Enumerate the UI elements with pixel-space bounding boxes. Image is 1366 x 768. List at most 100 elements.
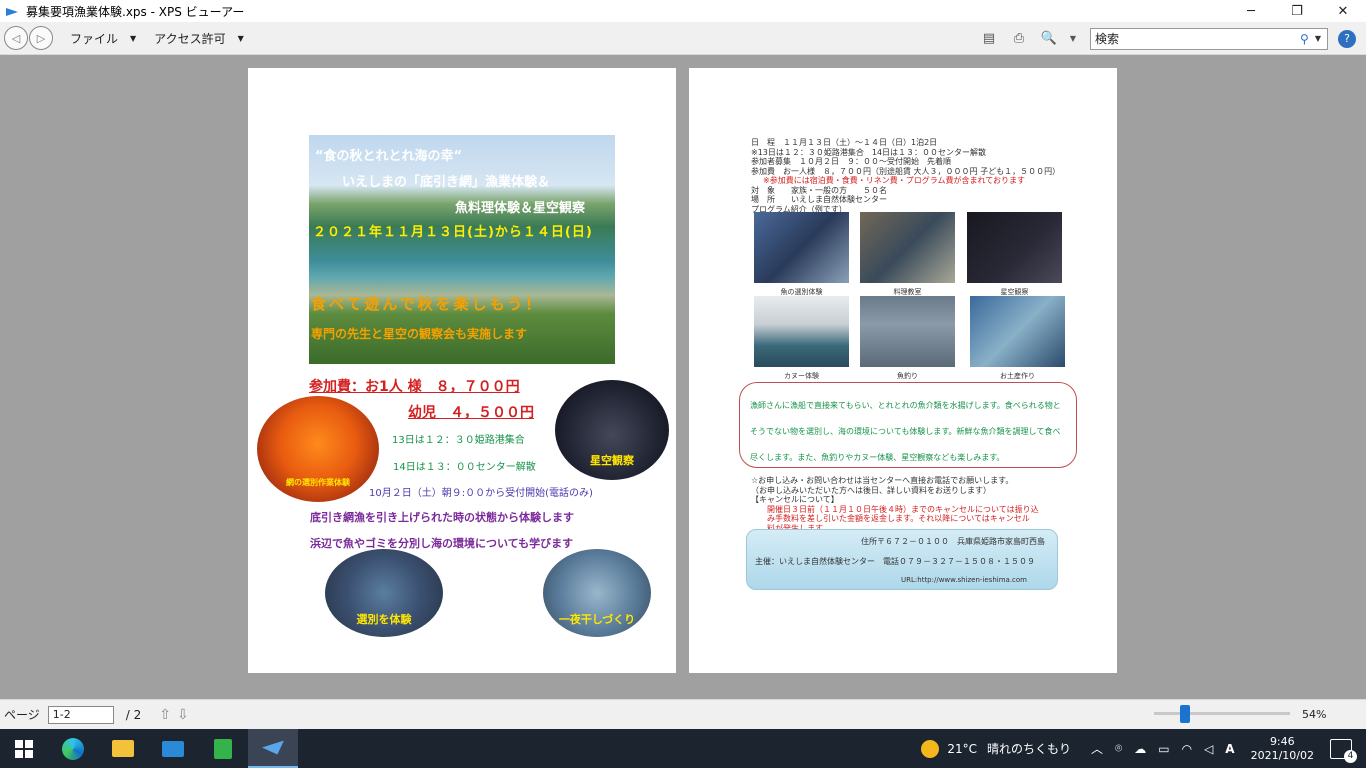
headline-2: いえしまの「底引き網」漁業体験＆ — [342, 175, 551, 190]
edge-icon — [62, 737, 84, 760]
cancel-line: 開催日３日前（１１月１０日午後４時）までのキャンセルについては振り込 — [767, 504, 1039, 514]
xps-viewer-icon — [262, 740, 284, 755]
clock[interactable]: 9:46 2021/10/02 — [1251, 735, 1314, 763]
event-info: 日 程 １１月１３日（土）～１４日（日）1泊2日 ※13日は１２：３０姫路港集合… — [751, 138, 1060, 214]
clock-date: 2021/10/02 — [1250, 748, 1314, 762]
taskbar-mail[interactable] — [148, 729, 198, 768]
window-title: 募集要項漁業体験.xps - XPS ビューアー — [26, 4, 245, 19]
wifi-icon[interactable]: ◠ — [1182, 742, 1192, 756]
hero-image: “食の秋とれとれ海の幸“ いえしまの「底引き網」漁業体験＆ 魚料理体験＆星空観察… — [309, 135, 615, 364]
info-line: 日 程 １１月１３日（土）～１４日（日）1泊2日 — [751, 138, 938, 147]
program-photo: カヌー体験 — [754, 296, 849, 380]
program-photo: 魚釣り — [860, 296, 955, 380]
apply-line: （お申し込みいただいた方へは後日、詳しい資料をお送りします） — [751, 485, 991, 495]
dried-fish-photo: 一夜干しづくり — [543, 549, 651, 637]
website-url: URL:http://www.shizen-ieshima.com — [901, 576, 1027, 584]
program-photo: 魚の選別体験 — [754, 212, 849, 296]
zoom-icon[interactable]: 🔍 — [1038, 28, 1060, 50]
windows-icon — [15, 739, 33, 758]
sorting-photo: 選別を体験 — [325, 549, 443, 637]
apply-line: ☆お申し込み・お問い合わせは当センターへ直接お電話でお願いします。 — [751, 476, 1014, 485]
taskbar-notes[interactable] — [198, 729, 248, 768]
clock-time: 9:46 — [1269, 734, 1295, 748]
close-button[interactable]: ✕ — [1320, 0, 1366, 22]
file-menu[interactable]: ファイル ▼ — [70, 30, 136, 47]
menu-bar: ◁ ▷ ファイル ▼ アクセス許可 ▼ ▤ ⎙ 🔍 ▼ 検索 ⚲ ▼ ? — [0, 22, 1366, 55]
zoom-slider-thumb[interactable] — [1180, 705, 1190, 723]
notification-icon[interactable]: 4 — [1330, 738, 1357, 763]
minimize-button[interactable]: ─ — [1228, 0, 1274, 22]
contact-banner: 住所〒６７２－０１００ 兵庫県姫路市家島町西島 主催：いえしま自然体験センター … — [746, 529, 1058, 590]
zoom-level: 54% — [1302, 708, 1327, 721]
help-icon[interactable]: ? — [1338, 29, 1356, 48]
back-button[interactable]: ◁ — [4, 26, 28, 50]
headline-1: “食の秋とれとれ海の幸“ — [315, 149, 463, 164]
zoom-slider-track[interactable] — [1154, 712, 1290, 715]
info-line: 場 所 いえしま自然体験センター — [751, 195, 887, 204]
access-menu[interactable]: アクセス許可 ▼ — [154, 30, 244, 47]
gather-info: 13日は１２：３０姫路港集合 — [392, 435, 525, 446]
taskbar: 21°C 晴れのちくもり ︿ ⌾ ☁ ▭ ◠ ◁ A 9:46 2021/10/… — [0, 729, 1366, 768]
program-photo: お土産作り — [970, 296, 1065, 380]
program-description-box: 漁師さんに漁船で直接来てもらい、とれとれの魚介類を水揚げします。食べられる物とそ… — [739, 382, 1077, 468]
info-line: 対 象 家族・一般の方 ５０名 — [751, 185, 887, 195]
info-line: 参加費 お一人様 ８，７００円（別途船賃 大人３，０００円 子ども１，５００円） — [751, 166, 1061, 176]
info-line: 参加者募集 １０月２日 ９：００～受付開始 先着順 — [751, 157, 951, 166]
mail-icon — [162, 740, 184, 757]
ime-icon[interactable]: A — [1225, 742, 1234, 756]
chevron-up-icon[interactable]: ︿ — [1091, 740, 1103, 757]
temperature[interactable]: 21°C — [947, 742, 977, 756]
chevron-down-icon: ▼ — [237, 33, 244, 43]
search-input[interactable]: 検索 ⚲ ▼ — [1090, 27, 1328, 50]
chevron-down-icon: ▼ — [130, 33, 137, 43]
page-input[interactable]: 1-2 — [47, 705, 114, 724]
taskbar-edge[interactable] — [48, 729, 98, 768]
document-page-2: 日 程 １１月１３日（土）～１４日（日）1泊2日 ※13日は１２：３０姫路港集合… — [689, 68, 1117, 673]
outline-icon[interactable]: ▤ — [978, 28, 1000, 50]
weather-text[interactable]: 晴れのちくもり — [987, 740, 1071, 757]
slogan: 食べて遊んで秋を楽しもう！ — [311, 295, 544, 313]
chevron-down-icon[interactable]: ▼ — [1315, 34, 1321, 43]
battery-icon[interactable]: ▭ — [1158, 742, 1169, 756]
photo-caption: カヌー体験 — [784, 372, 819, 380]
stargazing-photo: 星空観察 — [555, 380, 669, 480]
fee-adult: 参加費：お1人 様 ８，７００円 — [309, 379, 520, 395]
chevron-down-icon[interactable]: ▼ — [1068, 28, 1078, 50]
file-menu-label: ファイル — [70, 31, 119, 46]
maximize-button[interactable]: ❐ — [1274, 0, 1320, 22]
application-info: ☆お申し込み・お問い合わせは当センターへ直接お電話でお願いします。 （お申し込み… — [751, 476, 1039, 533]
event-date: ２０２１年１１月１３日(土)から１４日(日) — [313, 225, 593, 240]
document-page-1: “食の秋とれとれ海の幸“ いえしまの「底引き網」漁業体験＆ 魚料理体験＆星空観察… — [248, 68, 676, 673]
arrow-down-icon[interactable]: ⇩ — [177, 707, 189, 723]
address: 住所〒６７２－０１００ 兵庫県姫路市家島町西島 — [861, 537, 1045, 546]
taskbar-explorer[interactable] — [98, 729, 148, 768]
title-bar: 募集要項漁業体験.xps - XPS ビューアー ─ ❐ ✕ — [0, 0, 1366, 22]
print-icon[interactable]: ⎙ — [1008, 28, 1030, 50]
system-tray: 21°C 晴れのちくもり ︿ ⌾ ☁ ▭ ◠ ◁ A 9:46 2021/10/… — [921, 729, 1366, 768]
volume-icon[interactable]: ◁ — [1204, 742, 1213, 756]
arrow-up-icon[interactable]: ⇧ — [159, 707, 171, 723]
forward-button[interactable]: ▷ — [29, 26, 53, 50]
headline-3: 魚料理体験＆星空観察 — [455, 201, 586, 216]
cancel-line: み手数料を差し引いた金額を返金します。それ以降についてはキャンセル — [767, 514, 1030, 523]
photo-caption: お土産作り — [1000, 372, 1035, 380]
crab-photo-label: 網の選別作業体験 — [286, 478, 350, 487]
access-menu-label: アクセス許可 — [154, 31, 226, 46]
document-area: “食の秋とれとれ海の幸“ いえしまの「底引き網」漁業体験＆ 魚料理体験＆星空観察… — [0, 56, 1366, 699]
cloud-icon[interactable]: ☁ — [1134, 742, 1146, 756]
meet-now-icon[interactable]: ⌾ — [1115, 741, 1122, 756]
description-1: 底引き網漁を引き上げられた時の状態から体験します — [310, 511, 574, 524]
info-note: ※参加費には宿泊費・食費・リネン費・プログラム費が含まれております — [763, 176, 1025, 185]
status-bar: ページ 1-2 / 2 ⇧ ⇩ 54% — [0, 699, 1366, 729]
fee-child: 幼児 ４，５００円 — [408, 405, 534, 421]
start-button[interactable] — [0, 729, 48, 768]
notification-count: 4 — [1344, 749, 1357, 763]
taskbar-xps-viewer[interactable] — [248, 729, 298, 768]
search-icon[interactable]: ⚲ — [1300, 32, 1309, 46]
xps-app-icon — [6, 6, 20, 16]
dismiss-info: 14日は１３：００センター解散 — [393, 462, 536, 473]
weather-icon[interactable] — [921, 739, 940, 758]
stargazing-photo-label: 星空観察 — [590, 454, 634, 467]
crab-photo: 網の選別作業体験 — [257, 396, 379, 502]
reception-info: 10月２日（土）朝９:００から受付開始(電話のみ) — [369, 488, 593, 499]
